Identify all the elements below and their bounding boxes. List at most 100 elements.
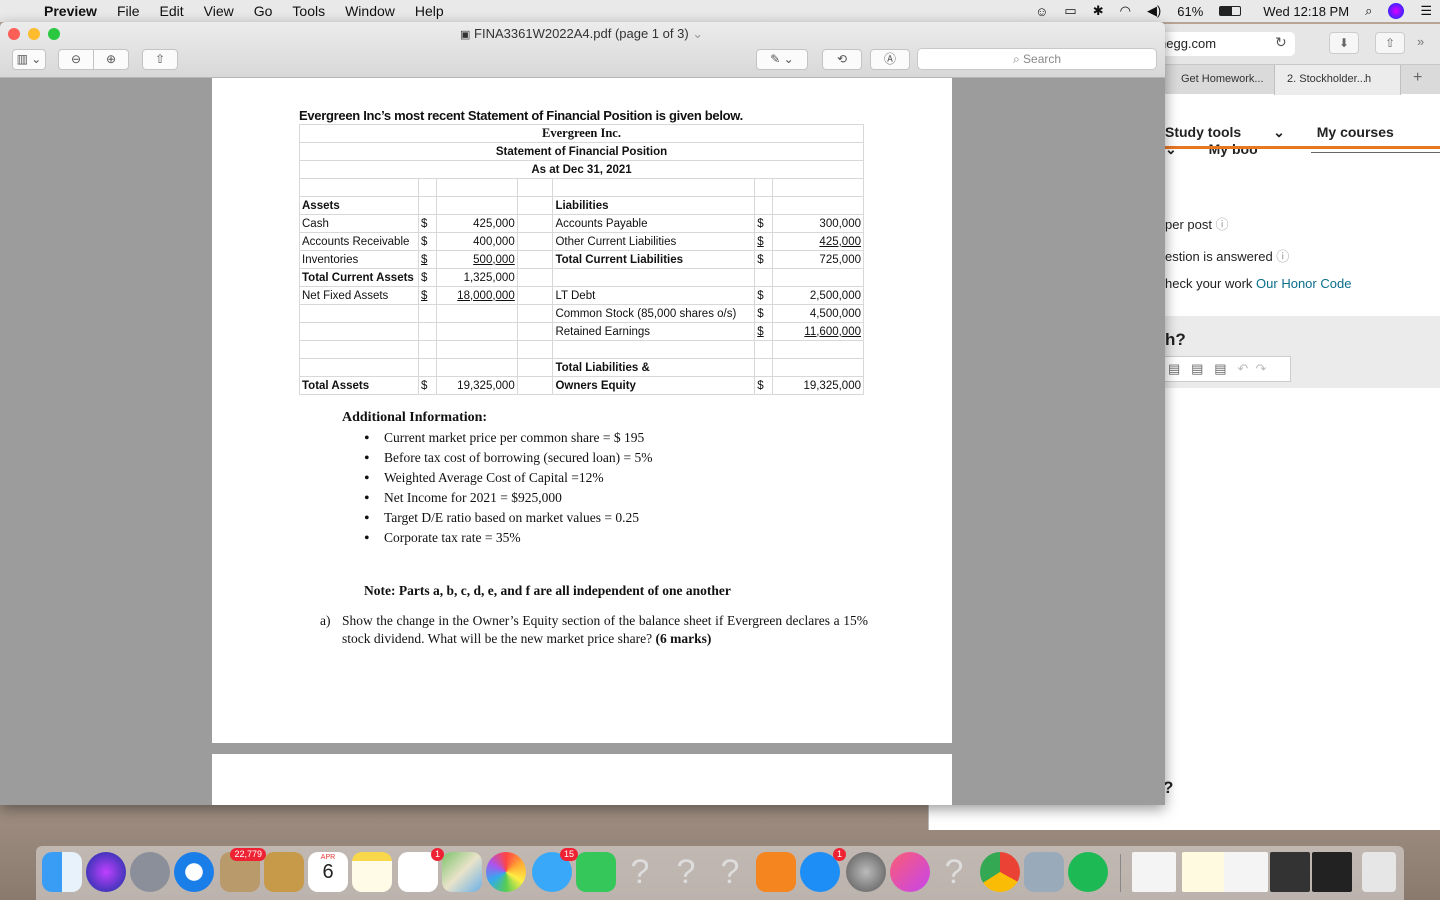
siri-icon[interactable] (86, 852, 126, 892)
trash-icon[interactable] (1362, 852, 1396, 892)
tab-get-homework[interactable]: Get Homework... (1169, 65, 1275, 95)
recent-document-2-icon[interactable] (1182, 852, 1226, 892)
nav-study-tools[interactable]: Study tools ⌄ (1165, 124, 1285, 140)
close-button[interactable] (8, 28, 20, 40)
right-amount: 425,000 (772, 232, 864, 251)
missing-app-icon-2[interactable]: ? (666, 852, 706, 892)
airplay-icon[interactable]: ▭ (1064, 3, 1076, 19)
spacer (516, 376, 554, 395)
left-amount: 500,000 (435, 250, 518, 269)
menu-app-name[interactable]: Preview (34, 0, 107, 22)
recent-document-1-icon[interactable] (1132, 852, 1176, 892)
messages-icon[interactable]: 15 (532, 848, 578, 892)
rotate-button[interactable]: ⟲ (822, 49, 862, 70)
reminders-icon[interactable]: 1 (398, 848, 444, 892)
zoom-out-button[interactable]: ⊖ (58, 49, 94, 70)
honor-code-link[interactable]: Our Honor Code (1256, 276, 1351, 291)
battery-percent[interactable]: 61% (1177, 4, 1203, 19)
share-button[interactable]: ⇧ (142, 49, 178, 70)
additional-info-item: Weighted Average Cost of Capital =12% (364, 470, 653, 490)
menu-go[interactable]: Go (244, 0, 283, 22)
left-amount: 19,325,000 (435, 376, 518, 395)
spacer (516, 322, 554, 341)
pdf-page: Evergreen Inc’s most recent Statement of… (212, 78, 952, 743)
left-label (299, 358, 419, 377)
system-preferences-icon[interactable] (846, 852, 886, 892)
notes-book-icon[interactable] (264, 852, 304, 892)
recent-document-3-icon[interactable] (1224, 852, 1268, 892)
address-bar[interactable]: hegg.com (1149, 32, 1295, 56)
reload-icon[interactable]: ↻ (1275, 34, 1287, 51)
recent-stack-icon[interactable] (1312, 852, 1352, 892)
clock[interactable]: Wed 12:18 PM (1263, 4, 1349, 19)
safari-icon[interactable] (174, 852, 214, 892)
finder-icon[interactable] (42, 852, 82, 892)
left-dollar: $ (417, 232, 437, 251)
more-chevron-icon[interactable]: » (1417, 34, 1424, 49)
info-icon[interactable]: ⓘ (1216, 217, 1229, 232)
missing-app-icon-3[interactable]: ? (710, 852, 750, 892)
image-capture-icon[interactable] (1024, 852, 1064, 892)
zoom-in-button[interactable]: ⊕ (93, 49, 129, 70)
markup-toolbar-button[interactable]: Ⓐ (870, 49, 910, 70)
launchpad-icon[interactable] (130, 852, 170, 892)
menu-edit[interactable]: Edit (150, 0, 194, 22)
spotlight-icon[interactable]: ⌕ (1365, 3, 1372, 19)
menu-window[interactable]: Window (335, 0, 405, 22)
tab-partial[interactable]: h (1365, 65, 1375, 95)
nav-my-books[interactable]: My boo (1209, 141, 1258, 157)
question-editor: h? ▤ ▤ ▤ ↶ ↷ (1161, 316, 1440, 388)
contacts-icon[interactable]: 22,779 (220, 848, 266, 892)
facetime-icon[interactable] (576, 852, 616, 892)
photos-icon[interactable] (486, 852, 526, 892)
bluetooth-icon[interactable]: ✱ (1093, 3, 1104, 19)
new-tab-icon[interactable]: + (1413, 69, 1422, 87)
download-icon[interactable]: ⬇ (1329, 32, 1359, 54)
missing-app-icon-1[interactable]: ? (620, 852, 660, 892)
face-icon[interactable]: ☺ (1035, 4, 1048, 19)
search-field[interactable]: ⌕ Search (917, 48, 1157, 70)
left-label: Net Fixed Assets (299, 286, 419, 305)
minimize-button[interactable] (28, 28, 40, 40)
wifi-icon[interactable]: ◠ (1120, 3, 1131, 19)
chrome-icon[interactable] (980, 852, 1020, 892)
statement-row: Assets Liabilities (299, 196, 864, 215)
undo-icon[interactable]: ↶ (1237, 361, 1248, 376)
volume-icon[interactable]: ◀) (1147, 3, 1161, 19)
info-icon[interactable]: ⓘ (1276, 249, 1289, 264)
siri-icon[interactable] (1388, 3, 1405, 19)
battery-icon[interactable] (1219, 6, 1242, 16)
missing-app-icon-4[interactable]: ? (934, 852, 974, 892)
app-store-icon[interactable]: 1 (800, 848, 846, 892)
menu-tools[interactable]: Tools (282, 0, 335, 22)
right-amount: 11,600,000 (772, 322, 864, 341)
right-amount (772, 340, 864, 359)
menu-view[interactable]: View (194, 0, 244, 22)
notification-center-icon[interactable]: ☰ (1420, 3, 1432, 19)
recent-window-icon[interactable] (1270, 852, 1310, 892)
spotify-icon[interactable] (1068, 852, 1108, 892)
paste-word-icon[interactable]: ▤ (1214, 361, 1226, 376)
apple-menu-icon[interactable] (0, 0, 34, 22)
markup-pen-button[interactable]: ✎ ⌄ (756, 49, 808, 70)
menu-help[interactable]: Help (405, 0, 454, 22)
menu-file[interactable]: File (107, 0, 150, 22)
zoom-button[interactable] (48, 28, 60, 40)
paste-icon[interactable]: ▤ (1168, 361, 1180, 376)
itunes-icon[interactable] (890, 852, 930, 892)
title-chevron-icon[interactable]: ⌄ (692, 26, 703, 41)
spacer (516, 232, 554, 251)
sidebar-toggle-button[interactable]: ▥ ⌄ (12, 49, 46, 70)
paste-text-icon[interactable]: ▤ (1191, 361, 1203, 376)
tab-stockholder[interactable]: 2. Stockholder... (1275, 65, 1401, 95)
calendar-icon[interactable]: APR 6 (308, 852, 348, 892)
books-icon[interactable] (756, 852, 796, 892)
maps-icon[interactable] (442, 852, 482, 892)
parts-note: Note: Parts a, b, c, d, e, and f are all… (364, 583, 731, 598)
statement-row: Inventories $500,000 Total Current Liabili… (299, 250, 864, 269)
question-text: Show the change in the Owner’s Equity se… (342, 613, 868, 646)
answered-line: estion is answered ⓘ (1165, 249, 1290, 264)
notes-icon[interactable] (352, 852, 392, 892)
redo-icon[interactable]: ↷ (1256, 361, 1267, 376)
share-icon[interactable]: ⇧ (1375, 32, 1405, 54)
